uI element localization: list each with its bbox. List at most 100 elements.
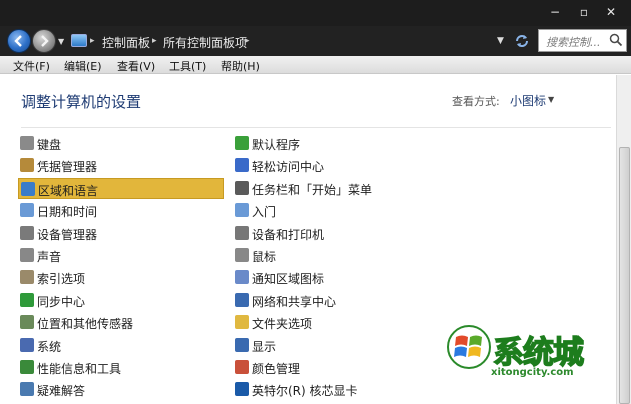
control-panel-item[interactable]: 文件夹选项 [233,312,439,333]
control-panel-item[interactable]: 轻松访问中心 [233,155,439,176]
globe-icon [21,181,35,196]
control-panel-item[interactable]: 区域和语言 [18,177,224,199]
control-panel-item-label: 疑难解答 [37,384,86,399]
control-panel-item[interactable]: 默认程序 [233,133,439,154]
troubleshoot-icon [20,382,34,397]
control-panel-item-label: 默认程序 [252,138,301,152]
forward-button[interactable] [32,29,56,53]
control-panel-item[interactable]: 同步中心 [18,290,224,311]
control-panel-item-label: 颜色管理 [252,362,301,376]
system-icon [20,337,34,352]
ease-of-access-icon [235,158,249,173]
address-dropdown-icon[interactable]: ▼ [497,36,504,46]
breadcrumb-separator-icon[interactable]: ▸ [90,36,95,46]
control-panel-item[interactable]: 鼠标 [233,245,439,266]
page-title: 调整计算机的设置 [21,93,142,111]
control-panel-item[interactable]: 索引选项 [18,267,224,288]
control-panel-item-label: 声音 [37,250,62,264]
control-panel-icon [71,34,87,47]
control-panel-item[interactable]: 网络和共享中心 [233,290,439,311]
intel-graphics-icon [235,382,249,397]
control-panel-item-label: 性能信息和工具 [37,362,122,376]
control-panel-item-label: 日期和时间 [37,205,98,220]
chevron-down-icon[interactable]: ▼ [548,95,554,104]
menu-view[interactable]: 查看(V) [117,58,155,74]
search-input[interactable]: 搜索控制... [546,34,601,50]
control-panel-item[interactable]: 通知区域图标 [233,267,439,288]
control-panel-item-label: 索引选项 [37,272,86,287]
watermark-logo: 系统城 xitongcity.com [447,325,603,381]
control-panel-item[interactable]: 任务栏和「开始」菜单 [233,178,439,199]
control-panel-item[interactable]: 性能信息和工具 [18,357,224,378]
printer-icon [235,225,249,240]
control-panel-item[interactable]: 凭据管理器 [18,155,224,176]
breadcrumb-separator-icon[interactable]: ▸ [152,36,157,46]
view-by-dropdown[interactable]: 小图标 [510,92,546,109]
control-panel-item[interactable]: 系统 [18,335,224,356]
menu-bar: 文件(F) 编辑(E) 查看(V) 工具(T) 帮助(H) [0,56,631,74]
breadcrumb-all-items[interactable]: 所有控制面板项 [163,34,247,51]
control-panel-item-label: 鼠标 [252,250,277,264]
control-panel-item-label: 位置和其他传感器 [37,317,134,332]
menu-file[interactable]: 文件(F) [13,58,50,74]
control-panel-item-label: 通知区域图标 [252,272,325,287]
menu-edit[interactable]: 编辑(E) [64,58,102,74]
color-management-icon [235,360,249,374]
search-icon[interactable] [609,33,623,47]
search-box[interactable]: 搜索控制... [538,29,627,52]
index-icon [20,270,34,285]
scrollbar-thumb[interactable] [619,147,630,404]
maximize-button[interactable]: ▫ [575,3,593,21]
default-programs-icon [235,136,249,150]
menu-help[interactable]: 帮助(H) [221,58,260,74]
folder-icon [235,315,249,330]
mouse-icon [235,248,249,262]
control-panel-item-label: 键盘 [37,138,62,152]
control-panel-item-label: 设备和打印机 [252,227,325,242]
taskbar-icon [235,180,249,195]
sync-icon [20,292,34,307]
recent-pages-dropdown[interactable]: ▼ [58,37,64,46]
title-bar: − ▫ ✕ [0,0,631,26]
control-panel-item[interactable]: 显示 [233,335,439,356]
navigation-bar: ▼ ▸ 控制面板 ▸ 所有控制面板项 ▸ ▼ 搜索控制... [0,26,631,56]
performance-icon [20,360,34,374]
speaker-icon [20,248,34,262]
control-panel-item-label: 英特尔(R) 核芯显卡 [252,384,358,399]
control-panel-item-label: 区域和语言 [38,183,99,198]
breadcrumb-separator-icon[interactable]: ▸ [245,36,250,46]
sensor-icon [20,315,34,330]
divider [21,127,611,128]
control-panel-item-label: 任务栏和「开始」菜单 [252,182,373,197]
keyboard-icon [20,136,34,150]
control-panel-item-label: 轻松访问中心 [252,160,325,175]
display-icon [235,337,249,352]
watermark-url: xitongcity.com [491,367,574,378]
control-panel-item[interactable]: 英特尔(R) 核芯显卡 [233,379,439,400]
minimize-button[interactable]: − [546,3,564,21]
control-panel-item-label: 入门 [252,205,277,220]
control-panel-item[interactable]: 设备和打印机 [233,223,439,244]
control-panel-item[interactable]: 日期和时间 [18,200,224,221]
close-button[interactable]: ✕ [602,3,620,21]
control-panel-item[interactable]: 键盘 [18,133,224,154]
breadcrumb-control-panel[interactable]: 控制面板 [102,34,150,51]
control-panel-item[interactable]: 位置和其他传感器 [18,312,224,333]
control-panel-item[interactable]: 声音 [18,245,224,266]
credential-icon [20,158,34,173]
vertical-scrollbar[interactable] [616,75,631,404]
arrow-left-icon [14,35,22,47]
control-panel-item-label: 网络和共享中心 [252,294,337,309]
control-panel-item-label: 设备管理器 [37,227,98,242]
control-panel-item[interactable]: 设备管理器 [18,223,224,244]
getting-started-icon [235,203,249,218]
back-button[interactable] [7,29,31,53]
control-panel-item-label: 同步中心 [37,294,86,309]
control-panel-item-label: 凭据管理器 [37,160,98,175]
refresh-icon[interactable] [514,33,530,49]
menu-tools[interactable]: 工具(T) [169,58,206,74]
control-panel-item[interactable]: 颜色管理 [233,357,439,378]
control-panel-item[interactable]: 入门 [233,200,439,221]
device-manager-icon [20,225,34,240]
control-panel-item[interactable]: 疑难解答 [18,379,224,400]
